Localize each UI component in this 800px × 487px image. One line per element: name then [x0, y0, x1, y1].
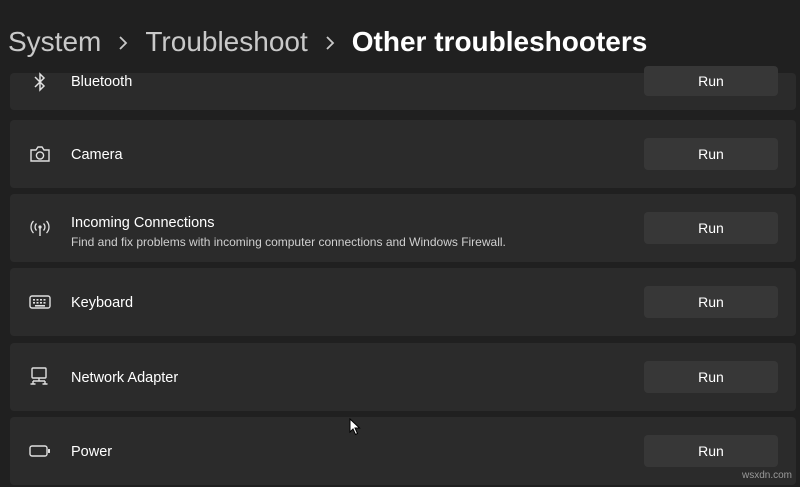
troubleshooter-power: Power Run	[10, 417, 796, 485]
breadcrumb-troubleshoot[interactable]: Troubleshoot	[145, 26, 307, 58]
bluetooth-icon	[28, 70, 52, 94]
mouse-cursor-icon	[349, 417, 361, 441]
run-power-button[interactable]: Run	[644, 435, 778, 467]
run-keyboard-button[interactable]: Run	[644, 286, 778, 318]
watermark: wsxdn.com	[741, 470, 792, 481]
run-incoming-connections-button[interactable]: Run	[644, 212, 778, 244]
run-bluetooth-button[interactable]: Run	[644, 66, 778, 96]
troubleshooter-title: Bluetooth	[71, 74, 133, 90]
troubleshooter-title: Incoming Connections	[71, 215, 215, 231]
antenna-icon	[28, 216, 52, 240]
camera-icon	[28, 142, 52, 166]
troubleshooter-title: Camera	[71, 147, 123, 163]
page-title: Other troubleshooters	[351, 26, 648, 57]
troubleshooter-camera: Camera Run	[10, 120, 796, 188]
troubleshooter-description: Find and fix problems with incoming comp…	[71, 235, 506, 249]
breadcrumb: System Troubleshoot Other troubleshooter…	[8, 22, 647, 62]
chevron-right-icon	[308, 29, 352, 55]
network-adapter-icon	[28, 365, 52, 389]
troubleshooter-title: Power	[71, 444, 113, 460]
troubleshooter-bluetooth: Bluetooth Run	[10, 66, 796, 110]
troubleshooter-network-adapter: Network Adapter Run	[10, 343, 796, 411]
troubleshooter-incoming-connections: Incoming Connections Find and fix proble…	[10, 194, 796, 262]
keyboard-icon	[28, 290, 52, 314]
breadcrumb-system[interactable]: System	[8, 26, 101, 58]
troubleshooter-title: Keyboard	[71, 295, 134, 311]
troubleshooter-title: Network Adapter	[71, 370, 179, 386]
run-network-adapter-button[interactable]: Run	[644, 361, 778, 393]
chevron-right-icon	[101, 29, 145, 55]
battery-icon	[28, 439, 52, 463]
troubleshooter-keyboard: Keyboard Run	[10, 268, 796, 336]
run-camera-button[interactable]: Run	[644, 138, 778, 170]
